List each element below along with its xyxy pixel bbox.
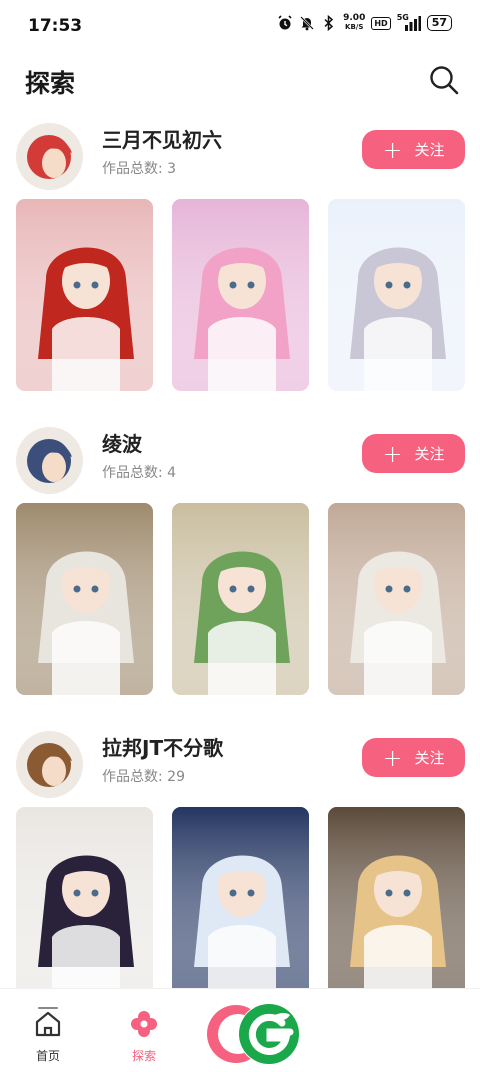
battery-indicator: 57 (426, 15, 452, 31)
flower-icon (131, 1011, 157, 1037)
artwork-thumbnail[interactable] (328, 503, 465, 695)
author-row[interactable]: 三月不见初六 作品总数: 3 + 关注 (0, 116, 480, 191)
author-section: 三月不见初六 作品总数: 3 + 关注 (0, 116, 480, 420)
hd-badge: HD (371, 16, 391, 30)
plus-icon: + (382, 439, 403, 468)
nav-home-label: 首页 (35, 1049, 60, 1063)
artwork-thumbnail[interactable] (16, 199, 153, 391)
artwork-thumbnail[interactable] (172, 807, 309, 988)
follow-label: 关注 (414, 445, 445, 463)
follow-button[interactable]: + 关注 (362, 738, 465, 777)
signal-5g-icon: 5G (396, 13, 421, 31)
nav-explore[interactable]: 探索 (114, 1009, 174, 1065)
author-name[interactable]: 三月不见初六 (102, 124, 222, 153)
artwork-row (16, 503, 465, 695)
artwork-thumbnail[interactable] (172, 199, 309, 391)
net-speed-value: 9.00 (343, 13, 366, 23)
nav-home[interactable]: 首页 (18, 1009, 78, 1065)
plus-icon: + (382, 743, 403, 772)
net-speed-unit: KB/S (345, 23, 364, 31)
plus-icon: + (382, 135, 403, 164)
page-header: 探索 (0, 56, 480, 106)
network-speed: 9.00 KB/S (343, 14, 365, 32)
follow-label: 关注 (414, 141, 445, 159)
follow-button[interactable]: + 关注 (362, 130, 465, 169)
author-row[interactable]: 拉邦JT不分歌 作品总数: 29 + 关注 (0, 724, 480, 799)
page-title: 探索 (25, 69, 76, 98)
artwork-row (16, 199, 465, 391)
search-button[interactable] (428, 64, 460, 96)
author-name[interactable]: 拉邦JT不分歌 (102, 732, 223, 761)
author-section: 绫波 作品总数: 4 + 关注 (0, 420, 480, 724)
signal-label: 5G (396, 13, 409, 22)
status-bar: 17:53 9.00 KB/S HD 5G 57 (0, 0, 480, 56)
work-count: 作品总数: 4 (102, 465, 177, 481)
follow-button[interactable]: + 关注 (362, 434, 465, 473)
artwork-row (16, 807, 465, 988)
follow-label: 关注 (414, 749, 445, 767)
author-avatar[interactable] (16, 123, 83, 190)
status-time: 17:53 (28, 16, 83, 36)
author-avatar[interactable] (16, 427, 83, 494)
bluetooth-icon (321, 15, 337, 31)
bottom-nav: 首页 探索 (0, 988, 480, 1072)
artwork-thumbnail[interactable] (16, 807, 153, 988)
artwork-thumbnail[interactable] (172, 503, 309, 695)
author-avatar[interactable] (16, 731, 83, 798)
nav-explore-label: 探索 (131, 1049, 156, 1063)
explore-feed[interactable]: 三月不见初六 作品总数: 3 + 关注 绫波 作品总数: 4 + 关注 拉邦JT… (0, 106, 480, 988)
artwork-thumbnail[interactable] (16, 503, 153, 695)
alarm-icon (277, 15, 293, 31)
author-row[interactable]: 绫波 作品总数: 4 + 关注 (0, 420, 480, 495)
author-section: 拉邦JT不分歌 作品总数: 29 + 关注 (0, 724, 480, 988)
search-icon (430, 66, 459, 95)
green-g-logo-icon (239, 1004, 299, 1064)
status-icons: 9.00 KB/S HD 5G 57 (277, 13, 452, 32)
work-count: 作品总数: 3 (102, 161, 177, 177)
artwork-thumbnail[interactable] (328, 807, 465, 988)
overlay-logo[interactable] (238, 1003, 300, 1065)
home-icon (35, 1011, 61, 1037)
work-count: 作品总数: 29 (102, 769, 185, 785)
artwork-thumbnail[interactable] (328, 199, 465, 391)
mute-bell-icon (299, 15, 315, 31)
author-name[interactable]: 绫波 (102, 428, 142, 457)
